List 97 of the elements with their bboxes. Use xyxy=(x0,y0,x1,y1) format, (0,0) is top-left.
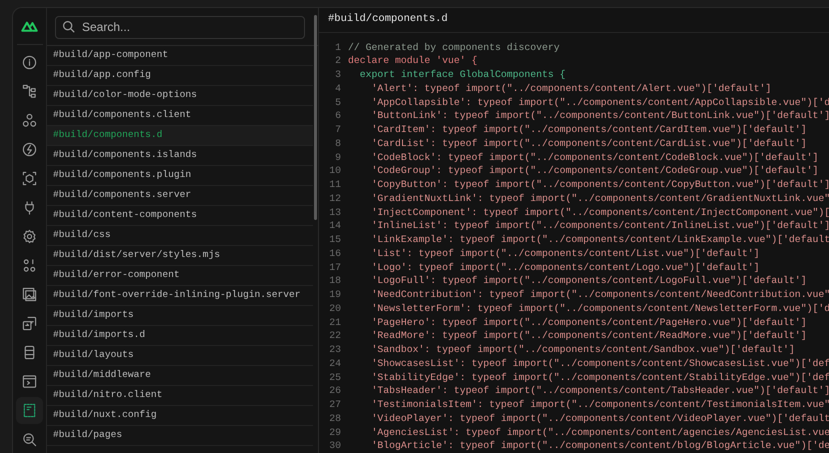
line-number: 28 xyxy=(328,412,341,426)
code-line: 'ButtonLink': typeof import("../components/content/ButtonLink.vue")['default'] xyxy=(370,109,829,123)
settings-icon xyxy=(22,229,37,244)
file-list-item[interactable]: #build/components.server xyxy=(47,186,313,206)
line-number: 21 xyxy=(328,316,341,330)
line-number: 6 xyxy=(334,109,341,123)
line-number: 22 xyxy=(328,329,341,343)
code-line: 'List': typeof import("../components/content/List.vue")['default'] xyxy=(370,246,760,260)
line-number: 4 xyxy=(334,82,341,96)
line-number: 19 xyxy=(328,288,341,302)
rail-button[interactable] xyxy=(16,397,43,424)
line-number: 2 xyxy=(334,54,341,68)
file-list-item[interactable]: #build/css xyxy=(47,226,313,246)
code-line: 'CardItem': typeof import("../components/content/CardItem.vue")['default'] xyxy=(370,123,807,137)
code-line: 'CopyButton': typeof import("../components/content/CopyButton.vue")['default'] xyxy=(370,178,829,192)
line-number: 7 xyxy=(334,123,341,137)
code-line: 'LogoFull': typeof import("../components/content/LogoFull.vue")['default'] xyxy=(370,274,807,288)
code-line: 'InjectComponent': typeof import("../components/content/InjectComponent.vue")[ xyxy=(370,206,829,220)
line-number: 29 xyxy=(328,426,341,440)
code-line: declare module 'vue' { xyxy=(348,54,478,68)
file-list-item[interactable]: #build/error-component xyxy=(47,266,313,286)
code-line: 'AgenciesList': typeof import("../components/content/agencies/AgenciesList.vue xyxy=(370,426,829,440)
line-number: 8 xyxy=(334,136,341,150)
code-line: 'TabsHeader': typeof import("../components/content/TabsHeader.vue")['default'] xyxy=(370,384,829,398)
cube-icon xyxy=(22,171,37,186)
file-list-item[interactable]: #build/app.config xyxy=(47,66,313,86)
terminal-icon xyxy=(22,374,37,389)
code-line: 'CodeGroup': typeof import("../components/content/CodeGroup.vue")['default'] xyxy=(370,164,818,178)
file-list-item[interactable]: #build/app-component xyxy=(47,46,313,66)
code-line: 'NewsletterForm': typeof import("../components/content/NewsletterForm.vue")['d xyxy=(370,302,829,316)
code-line: 'TestimonialsItem': typeof import("../components/content/TestimonialsItem.vue" xyxy=(370,398,829,412)
file-list-item[interactable]: #build/imports.d xyxy=(47,326,313,346)
document-icon xyxy=(22,403,37,418)
line-number: 9 xyxy=(334,150,341,164)
file-list-item[interactable]: #build/imports xyxy=(47,306,313,326)
file-list-item[interactable]: #build/components.islands xyxy=(47,146,313,166)
image-icon xyxy=(22,287,37,302)
code-line: 'Alert': typeof import("../components/content/Alert.vue")['default'] xyxy=(370,82,772,96)
line-number: 18 xyxy=(328,274,341,288)
logo-icon[interactable] xyxy=(21,20,38,32)
line-number: 14 xyxy=(328,219,341,233)
file-list-item[interactable]: #build/font-override-inlining-plugin.server xyxy=(47,286,313,306)
search-field[interactable]: Search... xyxy=(55,16,305,38)
line-number: 13 xyxy=(328,206,341,220)
file-list-item[interactable]: #build/components.plugin xyxy=(47,166,313,186)
line-number: 17 xyxy=(328,260,341,274)
code-line: 'VideoPlayer': typeof import("../components/content/VideoPlayer.vue")['default xyxy=(370,412,829,426)
plug-icon xyxy=(22,200,37,215)
info-icon xyxy=(22,55,37,70)
tree-icon xyxy=(22,84,37,99)
code-line: 'NeedContribution': typeof import("../components/content/NeedContribution.vue" xyxy=(370,288,829,302)
code-line: 'AppCollapsible': typeof import("../components/content/AppCollapsible.vue")['d xyxy=(370,96,829,110)
circles-icon xyxy=(22,113,37,128)
file-list-item[interactable]: #build/pages xyxy=(47,426,313,446)
code-line: 'LinkExample': typeof import("../components/content/LinkExample.vue")['default xyxy=(370,233,829,247)
line-number: 26 xyxy=(328,384,341,398)
file-list-item[interactable]: #build/middleware xyxy=(47,366,313,386)
search-icon xyxy=(22,432,37,447)
code-line: 'InlineList': typeof import("../components/content/InlineList.vue")['default'] xyxy=(370,219,829,233)
swap-icon xyxy=(22,316,37,331)
line-number: 20 xyxy=(328,302,341,316)
code-line: 'GradientNuxtLink': typeof import("../components/content/GradientNuxtLink.vue" xyxy=(370,192,829,206)
database-icon xyxy=(22,345,37,360)
line-number: 3 xyxy=(334,68,341,82)
line-number: 10 xyxy=(328,164,341,178)
search-icon xyxy=(62,20,75,33)
code-line: 'ReadMore': typeof import("../components/content/ReadMore.vue")['default'] xyxy=(370,329,807,343)
line-number: 30 xyxy=(328,439,341,453)
line-number: 25 xyxy=(328,370,341,384)
code-line: 'Logo': typeof import("../components/content/Logo.vue")['default'] xyxy=(370,260,760,274)
line-number: 5 xyxy=(334,96,341,110)
line-number: 23 xyxy=(328,343,341,357)
line-number: 12 xyxy=(328,192,341,206)
code-line: 'CardList': typeof import("../components/content/CardList.vue")['default'] xyxy=(370,136,807,150)
line-number: 15 xyxy=(328,233,341,247)
scrollbar-thumb[interactable] xyxy=(314,15,317,220)
file-list-item[interactable]: #build/components.d xyxy=(47,126,313,146)
file-list-item[interactable]: #build/nuxt.config xyxy=(47,406,313,426)
line-number: 1 xyxy=(334,40,341,54)
file-list-item[interactable]: #build/dist/server/styles.mjs xyxy=(47,246,313,266)
code-line: 'Sandbox': typeof import("../components/content/Sandbox.vue")['default'] xyxy=(370,343,795,357)
line-number: 24 xyxy=(328,356,341,370)
file-list-item[interactable]: #build/nitro.client xyxy=(47,386,313,406)
file-title: #build/components.d xyxy=(328,12,448,27)
line-number: 16 xyxy=(328,246,341,260)
code-line: 'CodeBlock': typeof import("../components/content/CodeBlock.vue")['default'] xyxy=(370,150,818,164)
code-line: // Generated by components discovery xyxy=(348,40,560,54)
code-line: 'PageHero': typeof import("../components/content/PageHero.vue")['default'] xyxy=(370,316,807,330)
file-list-item[interactable]: #build/content-components xyxy=(47,206,313,226)
file-list-item[interactable]: #build/layouts xyxy=(47,346,313,366)
line-number: 27 xyxy=(328,398,341,412)
dots-icon xyxy=(22,258,37,273)
file-list-item[interactable]: #build/color-mode-options xyxy=(47,86,313,106)
code-line: 'BlogArticle': typeof import("../components/content/blog/BlogArticle.vue")['de xyxy=(370,439,829,453)
line-number: 11 xyxy=(328,178,341,192)
lightning-icon xyxy=(22,142,37,157)
code-line: export interface GlobalComponents { xyxy=(358,68,566,82)
